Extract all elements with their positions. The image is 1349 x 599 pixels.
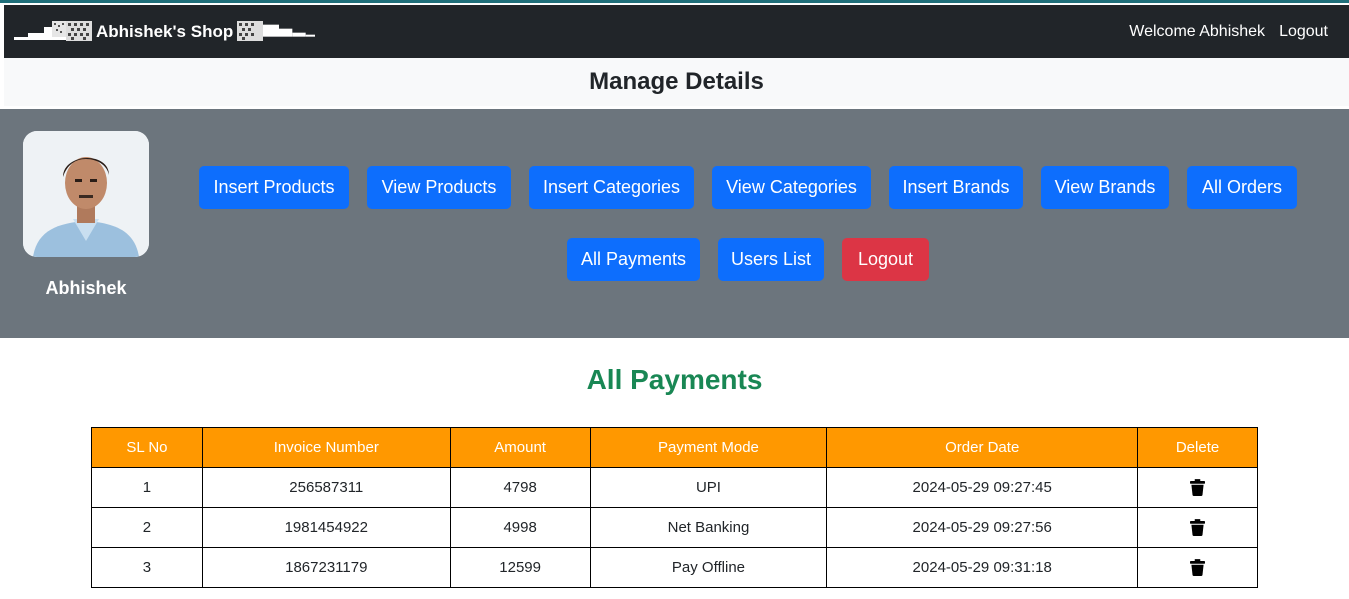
profile-photo-icon [23, 131, 149, 257]
trash-icon[interactable] [1190, 479, 1206, 497]
navbar-logout-link[interactable]: Logout [1279, 23, 1328, 41]
cell-payment-mode: Pay Offline [589, 547, 828, 588]
table-header-row: SL No Invoice Number Amount Payment Mode… [91, 427, 1258, 468]
column-header-order-date: Order Date [826, 427, 1139, 468]
table-row: 1 256587311 4798 UPI 2024-05-29 09:27:45 [91, 467, 1258, 508]
brand-right-graphic-icon [263, 24, 316, 37]
payments-table: SL No Invoice Number Amount Payment Mode… [91, 427, 1258, 588]
profile-name: Abhishek [45, 278, 127, 298]
cell-amount: 4998 [449, 507, 591, 548]
cell-payment-mode: Net Banking [589, 507, 828, 548]
table-row: 3 1867231179 12599 Pay Offline 2024-05-2… [91, 547, 1258, 588]
cell-amount: 12599 [449, 547, 591, 588]
profile-card: Abhishek [23, 131, 149, 299]
column-header-amount: Amount [449, 427, 591, 468]
column-header-payment-mode: Payment Mode [589, 427, 828, 468]
cell-invoice-number: 256587311 [201, 467, 451, 508]
navbar-user-area: Welcome Abhishek Logout [1129, 5, 1328, 58]
trash-icon[interactable] [1190, 559, 1206, 577]
cell-sl-no: 2 [91, 507, 203, 548]
page-title: Manage Details [589, 68, 764, 95]
page-header: Manage Details [4, 58, 1349, 106]
cell-delete [1137, 547, 1258, 588]
insert-brands-button[interactable]: Insert Brands [889, 166, 1023, 209]
cell-delete [1137, 507, 1258, 548]
column-header-delete: Delete [1137, 427, 1258, 468]
logout-button[interactable]: Logout [842, 238, 929, 281]
trash-icon[interactable] [1190, 519, 1206, 537]
cell-order-date: 2024-05-29 09:27:56 [826, 507, 1139, 548]
cell-sl-no: 1 [91, 467, 203, 508]
brand-logo[interactable]: Abhishek's Shop [14, 5, 316, 58]
view-categories-button[interactable]: View Categories [712, 166, 871, 209]
all-payments-button[interactable]: All Payments [567, 238, 700, 281]
cell-delete [1137, 467, 1258, 508]
users-list-button[interactable]: Users List [718, 238, 824, 281]
view-products-button[interactable]: View Products [367, 166, 511, 209]
table-row: 2 1981454922 4998 Net Banking 2024-05-29… [91, 507, 1258, 548]
brand-dither-icon [66, 20, 92, 41]
cell-order-date: 2024-05-29 09:27:45 [826, 467, 1139, 508]
cell-order-date: 2024-05-29 09:31:18 [826, 547, 1139, 588]
insert-categories-button[interactable]: Insert Categories [529, 166, 694, 209]
top-navbar: Abhishek's Shop Welcome Abhishek Logout [4, 5, 1349, 58]
admin-panel: Abhishek Insert Products View Products I… [0, 109, 1349, 338]
payments-title: All Payments [586, 364, 763, 395]
view-brands-button[interactable]: View Brands [1041, 166, 1169, 209]
brand-left-graphic-icon [14, 20, 66, 40]
cell-invoice-number: 1867231179 [201, 547, 451, 588]
all-orders-button[interactable]: All Orders [1187, 166, 1297, 209]
cell-invoice-number: 1981454922 [201, 507, 451, 548]
cell-sl-no: 3 [91, 547, 203, 588]
column-header-sl-no: SL No [91, 427, 203, 468]
welcome-text: Welcome Abhishek [1129, 22, 1266, 40]
cell-payment-mode: UPI [589, 467, 828, 508]
column-header-invoice-number: Invoice Number [201, 427, 451, 468]
insert-products-button[interactable]: Insert Products [199, 166, 349, 209]
brand-name[interactable]: Abhishek's Shop [96, 22, 233, 42]
avatar [23, 131, 149, 257]
cell-amount: 4798 [449, 467, 591, 508]
brand-dither-icon [237, 20, 264, 41]
